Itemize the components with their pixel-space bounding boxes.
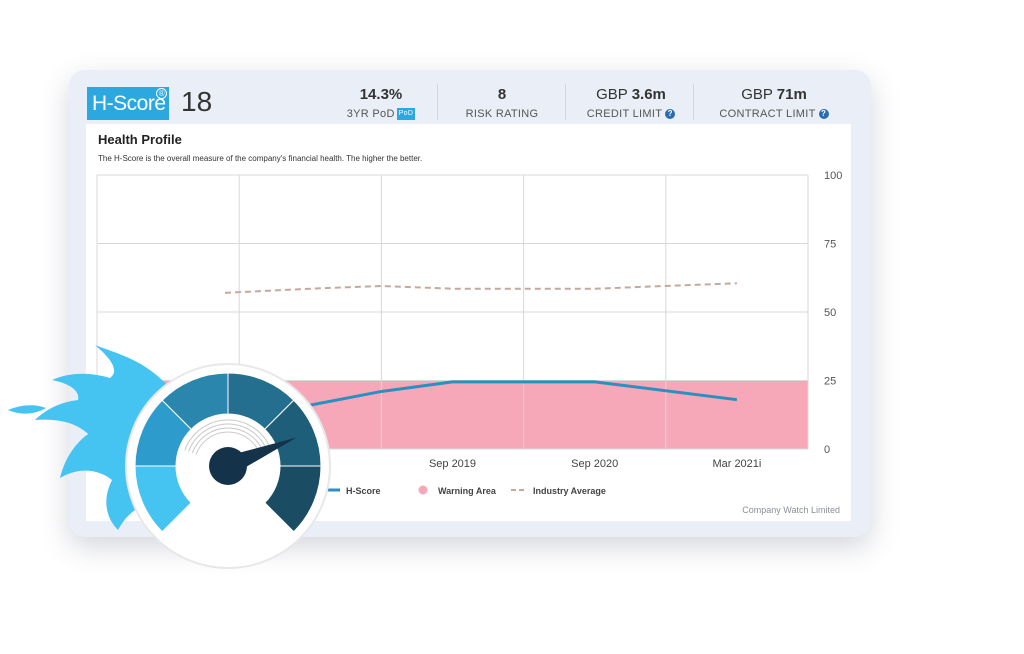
contract-limit-label: CONTRACT LIMIT?	[711, 108, 837, 120]
h-score-value: 18	[181, 86, 213, 117]
y-tick-label: 25	[824, 376, 836, 388]
pod-info-badge[interactable]: PoD	[396, 108, 416, 121]
contract-limit-metric: GBP 71m CONTRACT LIMIT?	[711, 86, 837, 120]
logo-text: H-Score	[92, 92, 166, 115]
help-icon[interactable]: ?	[665, 109, 676, 120]
score-header: H-Score ® 18 14.3% 3YR PoD PoD 8 RISK RAT…	[69, 70, 871, 124]
x-tick-label: Sep 2019	[429, 458, 476, 470]
chart-credit: Company Watch Limited	[742, 505, 840, 515]
registered-mark: ®	[156, 88, 167, 99]
x-tick-label: Mar 2021i	[712, 458, 761, 470]
header-divider	[437, 84, 438, 120]
y-tick-label: 0	[824, 444, 830, 456]
credit-limit-metric: GBP 3.6m CREDIT LIMIT?	[579, 86, 683, 120]
x-tick-label: Sep 2020	[571, 458, 618, 470]
risk-label: RISK RATING	[465, 108, 539, 120]
legend-label: Warning Area	[438, 486, 497, 496]
speedometer-graphic	[8, 345, 331, 569]
gauge-hub	[209, 447, 247, 485]
pod-value: 14.3%	[359, 86, 403, 103]
legend-marker	[418, 485, 428, 495]
legend-label: Industry Average	[533, 486, 606, 496]
risk-value: 8	[497, 86, 507, 103]
pod-metric: 14.3% 3YR PoD PoD	[331, 86, 431, 121]
credit-limit-label: CREDIT LIMIT?	[579, 108, 683, 120]
header-divider	[693, 84, 694, 120]
header-divider	[565, 84, 566, 120]
help-icon[interactable]: ?	[818, 109, 829, 120]
credit-limit-value: GBP 3.6m	[596, 86, 666, 103]
industry-average-series-line	[224, 282, 737, 294]
legend-label: H-Score	[346, 486, 381, 496]
y-tick-label: 75	[824, 239, 836, 251]
risk-metric: 8 RISK RATING	[452, 86, 552, 120]
y-tick-label: 100	[824, 170, 842, 182]
pod-label: 3YR PoD PoD	[346, 108, 416, 121]
h-score-logo: H-Score ®	[87, 87, 169, 120]
contract-limit-value: GBP 71m	[741, 86, 807, 103]
flame-spark	[8, 405, 46, 414]
y-tick-label: 50	[824, 307, 836, 319]
